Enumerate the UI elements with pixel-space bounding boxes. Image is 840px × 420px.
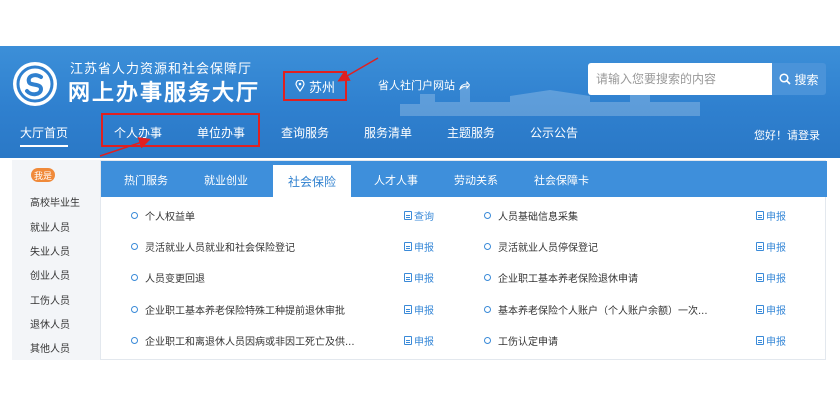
tab-employment[interactable]: 就业创业 — [204, 172, 248, 188]
list-item[interactable]: 灵活就业人员停保登记 — [484, 239, 598, 254]
tab-hot[interactable]: 热门服务 — [124, 172, 168, 188]
document-icon — [404, 273, 412, 282]
tab-bar: 热门服务 就业创业 社会保险 人才人事 劳动关系 社会保障卡 — [101, 161, 827, 197]
service-name: 企业职工基本养老保险退休申请 — [498, 274, 638, 285]
list-item[interactable]: 工伤认定申请 — [484, 333, 558, 348]
document-icon — [756, 336, 764, 345]
list-item[interactable]: 企业职工基本养老保险特殊工种提前退休审批 — [131, 302, 345, 317]
nav-announcements[interactable]: 公示公告 — [530, 124, 578, 141]
sidebar-item-injured[interactable]: 工伤人员 — [30, 292, 70, 307]
highlight-box-nav — [101, 113, 260, 147]
brand-title[interactable]: 网上办事服务大厅 — [68, 75, 260, 107]
city-selector[interactable]: 苏州 — [283, 71, 347, 101]
bullet-icon — [484, 306, 491, 313]
document-icon — [756, 305, 764, 314]
bullet-icon — [484, 212, 491, 219]
action-label: 申报 — [414, 306, 434, 317]
list-item[interactable]: 基本养老保险个人账户（个人账户余额）一次... — [484, 302, 708, 317]
sidebar-item-entrepreneurs[interactable]: 创业人员 — [30, 267, 70, 282]
bullet-icon — [131, 337, 138, 344]
document-icon — [756, 242, 764, 251]
bullet-icon — [484, 337, 491, 344]
nav-topic[interactable]: 主题服务 — [447, 124, 495, 141]
list-item[interactable]: 个人权益单 — [131, 208, 195, 223]
sidebar-item-others[interactable]: 其他人员 — [30, 340, 70, 355]
document-icon — [756, 273, 764, 282]
service-name: 工伤认定申请 — [498, 337, 558, 348]
sidebar: 我是 高校毕业生 就业人员 失业人员 创业人员 工伤人员 退休人员 其他人员 — [12, 160, 110, 360]
location-pin-icon — [295, 80, 305, 92]
login-link[interactable]: 您好！请登录 — [754, 127, 820, 143]
query-button[interactable]: 查询 — [404, 208, 434, 223]
page: 江苏省人力资源和社会保障厅 网上办事服务大厅 苏州 省人社门户网站 搜索 大厅首… — [0, 0, 840, 420]
service-name: 人员变更回退 — [145, 274, 205, 285]
service-name: 人员基础信息采集 — [498, 212, 578, 223]
bullet-icon — [484, 274, 491, 281]
site-header: 江苏省人力资源和社会保障厅 网上办事服务大厅 苏州 省人社门户网站 搜索 大厅首… — [0, 46, 840, 158]
document-icon — [404, 305, 412, 314]
service-panel: 热门服务 就业创业 社会保险 人才人事 劳动关系 社会保障卡 个人权益单 查询 … — [100, 160, 827, 360]
main-nav: 大厅首页 个人办事 单位办事 查询服务 服务清单 主题服务 公示公告 您好！请登… — [0, 112, 840, 158]
list-item[interactable]: 灵活就业人员就业和社会保险登记 — [131, 239, 295, 254]
document-icon — [756, 211, 764, 220]
action-label: 申报 — [766, 212, 786, 223]
portal-link[interactable]: 省人社门户网站 — [378, 77, 470, 93]
bullet-icon — [484, 243, 491, 250]
apply-button[interactable]: 申报 — [756, 239, 786, 254]
sidebar-item-unemployed[interactable]: 失业人员 — [30, 243, 70, 258]
tab-labor[interactable]: 劳动关系 — [454, 172, 498, 188]
apply-button[interactable]: 申报 — [756, 302, 786, 317]
apply-button[interactable]: 申报 — [404, 302, 434, 317]
search-button[interactable]: 搜索 — [772, 63, 826, 95]
list-item[interactable]: 企业职工基本养老保险退休申请 — [484, 270, 638, 285]
nav-service-list[interactable]: 服务清单 — [364, 124, 412, 141]
action-label: 申报 — [414, 243, 434, 254]
tab-social-insurance[interactable]: 社会保险 — [273, 165, 351, 197]
action-label: 申报 — [766, 337, 786, 348]
sidebar-item-graduates[interactable]: 高校毕业生 — [30, 194, 80, 209]
city-label: 苏州 — [308, 80, 335, 96]
search-icon — [779, 73, 792, 85]
nav-home[interactable]: 大厅首页 — [20, 124, 69, 147]
action-label: 查询 — [414, 212, 434, 223]
service-name: 基本养老保险个人账户（个人账户余额）一次... — [498, 306, 708, 317]
document-icon — [404, 336, 412, 345]
apply-button[interactable]: 申报 — [756, 208, 786, 223]
service-name: 灵活就业人员停保登记 — [498, 243, 598, 254]
tab-social-card[interactable]: 社会保障卡 — [534, 172, 589, 188]
service-name: 企业职工基本养老保险特殊工种提前退休审批 — [145, 306, 345, 317]
action-label: 申报 — [414, 274, 434, 285]
action-label: 申报 — [414, 337, 434, 348]
search-button-label: 搜索 — [794, 72, 819, 87]
list-item[interactable]: 企业职工和离退休人员因病或非因工死亡及供... — [131, 333, 355, 348]
search-input[interactable] — [588, 63, 772, 95]
apply-button[interactable]: 申报 — [404, 270, 434, 285]
bullet-icon — [131, 243, 138, 250]
tab-talent[interactable]: 人才人事 — [374, 172, 418, 188]
portal-link-label: 省人社门户网站 — [378, 79, 455, 92]
service-name: 个人权益单 — [145, 212, 195, 223]
list-item[interactable]: 人员基础信息采集 — [484, 208, 578, 223]
apply-button[interactable]: 申报 — [404, 239, 434, 254]
service-name: 企业职工和离退休人员因病或非因工死亡及供... — [145, 337, 355, 348]
apply-button[interactable]: 申报 — [756, 270, 786, 285]
list-item[interactable]: 人员变更回退 — [131, 270, 205, 285]
bullet-icon — [131, 306, 138, 313]
action-label: 申报 — [766, 243, 786, 254]
action-label: 申报 — [766, 306, 786, 317]
nav-query[interactable]: 查询服务 — [281, 124, 329, 141]
action-label: 申报 — [766, 274, 786, 285]
bullet-icon — [131, 212, 138, 219]
share-arrow-icon — [459, 80, 470, 90]
service-name: 灵活就业人员就业和社会保险登记 — [145, 243, 295, 254]
sidebar-item-employed[interactable]: 就业人员 — [30, 219, 70, 234]
logo-icon[interactable] — [13, 62, 57, 106]
document-icon — [404, 211, 412, 220]
apply-button[interactable]: 申报 — [404, 333, 434, 348]
apply-button[interactable]: 申报 — [756, 333, 786, 348]
sidebar-item-retired[interactable]: 退休人员 — [30, 316, 70, 331]
bullet-icon — [131, 274, 138, 281]
document-icon — [404, 242, 412, 251]
identity-badge: 我是 — [31, 168, 55, 182]
